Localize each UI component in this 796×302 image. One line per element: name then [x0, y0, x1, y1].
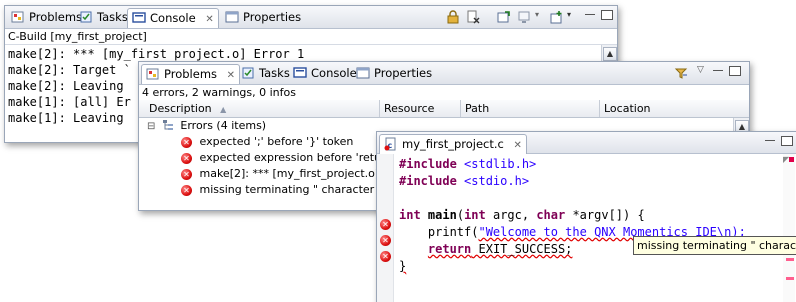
pin-console-icon[interactable] — [497, 10, 511, 24]
error-group-icon — [162, 120, 173, 130]
code-token: char — [536, 208, 566, 222]
code-editor[interactable]: #include <stdlib.h> #include <stdio.h> int… — [399, 156, 746, 275]
tab-properties[interactable]: Properties — [352, 64, 436, 82]
error-summary-marker[interactable] — [789, 157, 794, 162]
code-token: EXIT_SUCCESS; — [471, 242, 573, 256]
column-description[interactable]: Description ▲ — [139, 100, 380, 117]
code-token: #include — [399, 174, 457, 188]
problems-view-tabbar: Problems ✕ Tasks Console Properties ▽ — [139, 62, 749, 85]
console-icon — [132, 12, 146, 23]
code-token: int — [399, 208, 421, 222]
close-icon[interactable]: ✕ — [227, 70, 235, 81]
list-item[interactable]: ✕ make[2]: *** [my_first_project.o] Erro… — [139, 166, 376, 182]
minimize-icon[interactable] — [765, 140, 775, 141]
tasks-icon — [80, 11, 92, 23]
collapse-toggle[interactable]: ⊟ — [147, 121, 155, 132]
error-icon: ✕ — [181, 152, 192, 164]
maximize-icon[interactable] — [781, 136, 793, 146]
lock-icon[interactable] — [446, 10, 460, 24]
view-menu-icon[interactable]: ▽ — [697, 65, 704, 75]
code-token: <stdlib.h> — [456, 157, 537, 171]
code-line[interactable]: #include <stdlib.h> — [399, 156, 746, 173]
tab-label: Console — [150, 11, 196, 25]
tab-tasks[interactable]: Tasks — [237, 64, 294, 82]
code-line[interactable] — [399, 190, 746, 207]
error-marker-icon[interactable]: ✕ — [380, 235, 391, 246]
tab-editor-file[interactable]: c my_first_project.c ✕ — [379, 134, 527, 154]
code-line[interactable]: int main(int argc, char *argv[]) { — [399, 207, 746, 224]
column-location[interactable]: Location — [600, 100, 724, 117]
tab-label: Problems — [164, 67, 218, 81]
console-line: make[2]: *** [my_first project.o] Error … — [8, 47, 305, 61]
console-view-tabbar: Problems Tasks Console ✕ Properties ▾ ▾ — [5, 6, 617, 29]
editor-tabbar: c my_first_project.c ✕ — [377, 132, 796, 154]
filter-icon[interactable] — [674, 66, 688, 80]
chevron-down-icon[interactable]: ▾ — [535, 10, 539, 19]
error-overview-marker[interactable] — [786, 277, 794, 280]
properties-icon — [356, 67, 370, 79]
editor-view: c my_first_project.c ✕ ✕ ✕ ✕ #include <s… — [376, 131, 796, 302]
error-marker-icon[interactable]: ✕ — [380, 251, 391, 262]
console-icon — [293, 67, 307, 78]
problems-summary: 4 errors, 2 warnings, 0 infos — [139, 85, 749, 101]
close-icon[interactable]: ✕ — [205, 14, 213, 25]
tab-label: my_first_project.c — [402, 137, 504, 151]
group-label: Errors (4 items) — [180, 119, 267, 132]
tab-label: Properties — [374, 66, 433, 80]
scroll-up-arrow[interactable]: ▲ — [603, 47, 617, 61]
problems-table-header: Description ▲ Resource Path Location — [139, 100, 749, 118]
tab-problems[interactable]: Problems ✕ — [141, 64, 241, 84]
code-token: argc, — [485, 208, 537, 222]
chevron-down-icon[interactable]: ▾ — [567, 10, 571, 19]
code-token: main — [427, 208, 457, 222]
close-icon[interactable]: ✕ — [514, 140, 522, 151]
clear-console-icon[interactable] — [466, 10, 480, 24]
code-token: int — [464, 208, 486, 222]
error-icon: ✕ — [181, 168, 192, 180]
error-overview-marker[interactable] — [786, 258, 794, 261]
code-token: #include — [399, 157, 457, 171]
code-line[interactable]: } — [399, 258, 746, 275]
sort-ascending-icon: ▲ — [220, 105, 227, 114]
code-token: ( — [456, 208, 465, 222]
problems-icon — [11, 11, 24, 23]
code-line[interactable]: #include <stdio.h> — [399, 173, 746, 190]
minimize-icon[interactable] — [585, 14, 595, 15]
error-icon: ✕ — [181, 184, 192, 196]
error-marker-icon[interactable]: ✕ — [380, 219, 391, 230]
error-icon: ✕ — [181, 136, 192, 148]
hover-tooltip: missing terminating " character — [633, 236, 796, 255]
code-token: printf( — [399, 225, 479, 239]
tab-tasks[interactable]: Tasks — [75, 8, 132, 26]
tasks-icon — [242, 67, 254, 79]
properties-icon — [225, 11, 239, 23]
column-path[interactable]: Path — [461, 100, 600, 117]
tab-label: Properties — [243, 10, 302, 24]
code-token: } — [399, 259, 407, 273]
open-console-icon[interactable] — [550, 10, 564, 24]
code-token: *argv[]) { — [565, 208, 645, 222]
minimize-icon[interactable] — [713, 70, 723, 71]
maximize-icon[interactable] — [729, 66, 741, 76]
code-token: <stdio.h> — [456, 174, 530, 188]
display-console-icon[interactable] — [517, 10, 531, 24]
c-file-icon: c — [384, 137, 396, 151]
tab-label: Console — [311, 66, 357, 80]
problems-icon — [146, 68, 159, 80]
tab-label: Tasks — [97, 10, 128, 24]
tab-console[interactable]: Console ✕ — [127, 8, 219, 28]
code-token: return — [427, 242, 472, 256]
tab-console[interactable]: Console — [289, 64, 361, 82]
console-header: C-Build [my_first_project] — [5, 29, 617, 45]
maximize-icon[interactable] — [601, 10, 613, 20]
tab-properties[interactable]: Properties — [221, 8, 305, 26]
overview-ruler: ◤ — [783, 154, 795, 302]
column-resource[interactable]: Resource — [380, 100, 461, 117]
tab-label: Tasks — [259, 66, 290, 80]
